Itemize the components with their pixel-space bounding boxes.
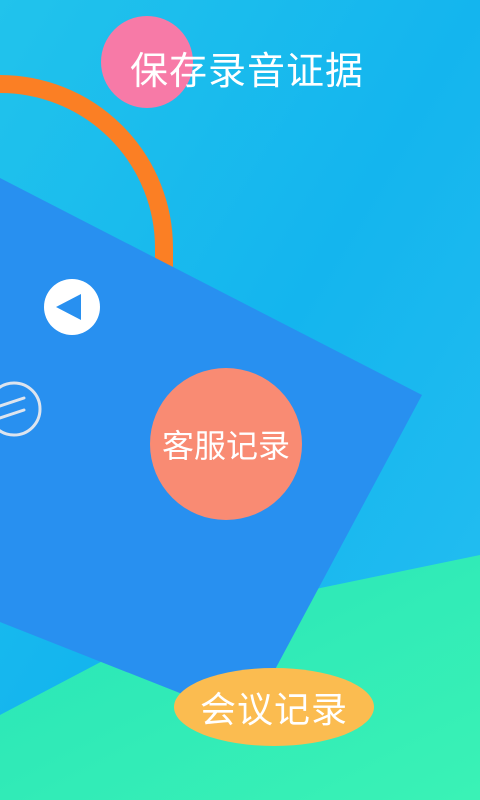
play-icon[interactable] [44, 279, 100, 335]
meeting-record-button[interactable]: 会议记录 [174, 668, 374, 746]
meeting-record-label: 会议记录 [199, 690, 348, 731]
customer-service-record-label: 客服记录 [161, 427, 290, 465]
page-title: 保存录音证据 [130, 49, 365, 93]
customer-service-record-button[interactable]: 客服记录 [150, 368, 302, 520]
